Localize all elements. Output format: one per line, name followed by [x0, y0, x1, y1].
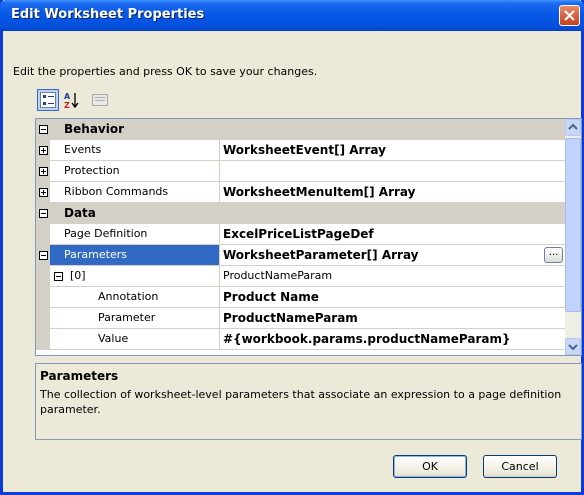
close-icon	[564, 10, 575, 21]
property-pages-icon	[92, 94, 108, 106]
description-panel: Parameters The collection of worksheet-l…	[35, 363, 582, 440]
property-row-parameters[interactable]: Parameters WorksheetParameter[] Array ..…	[36, 245, 566, 266]
category-label: Data	[64, 206, 96, 220]
property-name: Page Definition	[64, 227, 148, 240]
categorized-button[interactable]	[37, 89, 59, 111]
chevron-down-icon	[568, 344, 578, 351]
property-name: Ribbon Commands	[64, 185, 169, 198]
property-row-item-0[interactable]: [0] ProductNameParam	[36, 266, 566, 287]
property-value: ExcelPriceListPageDef	[223, 227, 374, 241]
property-name: Annotation	[98, 290, 159, 303]
property-pages-button[interactable]	[89, 89, 111, 111]
property-grid[interactable]: Behavior Events WorksheetEvent[] Array P…	[35, 118, 582, 356]
ok-button[interactable]: OK	[393, 455, 467, 478]
cancel-button[interactable]: Cancel	[483, 455, 557, 478]
collapse-icon[interactable]	[39, 251, 48, 260]
collapse-icon[interactable]	[39, 125, 48, 134]
window-title: Edit Worksheet Properties	[11, 7, 205, 22]
property-name: Value	[98, 332, 129, 345]
property-value: #{workbook.params.productNameParam}	[223, 332, 511, 346]
property-row-ribbon-commands[interactable]: Ribbon Commands WorksheetMenuItem[] Arra…	[36, 182, 566, 203]
property-value: Product Name	[223, 290, 319, 304]
chevron-up-icon	[568, 123, 578, 130]
property-row-annotation[interactable]: Annotation Product Name	[36, 287, 566, 308]
close-button[interactable]	[559, 5, 580, 26]
property-name: [0]	[70, 269, 86, 282]
property-row-protection[interactable]: Protection	[36, 161, 566, 182]
property-value: WorksheetMenuItem[] Array	[223, 185, 416, 199]
alphabetical-button[interactable]: A Z	[61, 89, 83, 111]
collapse-icon[interactable]	[39, 209, 48, 218]
dialog-window: Edit Worksheet Properties Edit the prope…	[0, 0, 584, 495]
property-name: Parameters	[64, 248, 127, 261]
scroll-up-button[interactable]	[565, 119, 581, 136]
category-label: Behavior	[64, 122, 125, 136]
property-value: WorksheetParameter[] Array	[223, 248, 419, 262]
expand-icon[interactable]	[39, 188, 48, 197]
alphabetical-sort-icon: A Z	[64, 92, 79, 109]
vertical-scrollbar[interactable]	[565, 119, 581, 355]
property-row-page-definition[interactable]: Page Definition ExcelPriceListPageDef	[36, 224, 566, 245]
expand-icon[interactable]	[39, 146, 48, 155]
expand-icon[interactable]	[39, 167, 48, 176]
scroll-thumb[interactable]	[565, 138, 581, 312]
property-name: Events	[64, 143, 102, 156]
svg-text:Z: Z	[64, 101, 70, 109]
ellipsis-button[interactable]: ...	[544, 247, 563, 263]
instructions-text: Edit the properties and press OK to save…	[13, 65, 318, 78]
description-title: Parameters	[40, 369, 119, 383]
scroll-down-button[interactable]	[565, 338, 581, 355]
property-value: WorksheetEvent[] Array	[223, 143, 386, 157]
property-row-value[interactable]: Value #{workbook.params.productNameParam…	[36, 329, 566, 350]
property-name: Parameter	[98, 311, 156, 324]
categorized-icon	[40, 92, 56, 108]
title-bar[interactable]: Edit Worksheet Properties	[0, 0, 584, 31]
property-value: ProductNameParam	[223, 311, 358, 325]
category-data[interactable]: Data	[36, 203, 566, 224]
category-behavior[interactable]: Behavior	[36, 119, 566, 140]
property-value: ProductNameParam	[223, 269, 333, 282]
description-text: The collection of worksheet-level parame…	[40, 388, 562, 416]
svg-text:A: A	[64, 92, 71, 101]
property-row-events[interactable]: Events WorksheetEvent[] Array	[36, 140, 566, 161]
property-row-parameter[interactable]: Parameter ProductNameParam	[36, 308, 566, 329]
property-name: Protection	[64, 164, 120, 177]
